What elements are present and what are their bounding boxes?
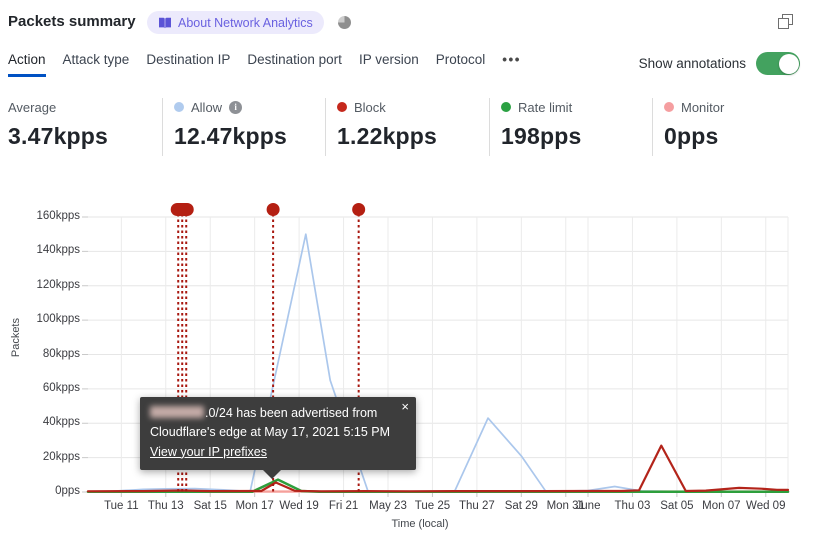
x-tick-label: Mon 17 bbox=[235, 500, 274, 512]
stat-value: 0pps bbox=[664, 123, 719, 149]
x-axis-title: Time (local) bbox=[391, 518, 449, 530]
rate-limit-legend-dot bbox=[501, 102, 511, 112]
x-tick-label: Tue 11 bbox=[104, 500, 139, 512]
show-annotations-toggle[interactable] bbox=[756, 52, 800, 75]
show-annotations-control: Show annotations bbox=[639, 52, 800, 75]
copy-icon-front-square bbox=[778, 18, 789, 29]
tab-protocol[interactable]: Protocol bbox=[436, 52, 486, 77]
stat-value: 3.47kpps bbox=[8, 123, 109, 149]
x-tick-label: Mon 31 bbox=[546, 500, 585, 512]
about-network-analytics-badge[interactable]: About Network Analytics bbox=[147, 11, 324, 34]
tooltip-line2: Cloudflare's edge at May 17, 2021 5:15 P… bbox=[150, 425, 391, 440]
stat-average: Average 3.47kpps bbox=[8, 99, 108, 150]
x-tick-label: Wed 19 bbox=[279, 500, 319, 512]
stat-value: 12.47kpps bbox=[174, 123, 288, 149]
tab-action[interactable]: Action bbox=[8, 52, 46, 77]
stat-block: Block 1.22kpps bbox=[337, 99, 437, 150]
x-tick-label: Sat 15 bbox=[193, 500, 227, 512]
x-tick-label: Thu 03 bbox=[614, 500, 651, 512]
allow-legend-dot bbox=[174, 102, 184, 112]
stat-allow: Allow i 12.47kpps bbox=[174, 99, 287, 150]
annotation-tooltip: × .0/24 has been advertised from Cloudfl… bbox=[140, 397, 416, 480]
divider bbox=[162, 98, 163, 156]
info-icon[interactable]: i bbox=[229, 100, 243, 114]
tooltip-line1: .0/24 has been advertised from bbox=[150, 404, 406, 423]
tooltip-caret bbox=[262, 469, 282, 480]
tab-destination-ip[interactable]: Destination IP bbox=[146, 52, 230, 77]
stat-label: Average bbox=[8, 99, 57, 115]
x-tick-label: June bbox=[575, 500, 601, 512]
x-tick-label: May 23 bbox=[369, 500, 407, 512]
tab-ip-version[interactable]: IP version bbox=[359, 52, 419, 77]
y-tick-label: 140kpps bbox=[36, 244, 80, 257]
annotation-marker-dot[interactable] bbox=[266, 203, 280, 216]
data-freshness-pie-icon bbox=[338, 16, 351, 29]
y-axis-title: Packets bbox=[10, 318, 22, 358]
x-tick-label: Fri 21 bbox=[328, 500, 359, 512]
stat-rate-limit: Rate limit 198pps bbox=[501, 99, 581, 150]
block-legend-dot bbox=[337, 102, 347, 112]
redacted-ip-prefix bbox=[150, 406, 204, 418]
divider bbox=[652, 98, 653, 156]
divider bbox=[325, 98, 326, 156]
show-annotations-label: Show annotations bbox=[638, 56, 746, 71]
packets-summary-panel: Packets summary About Network Analytics … bbox=[0, 0, 816, 545]
x-tick-label: Wed 09 bbox=[746, 500, 786, 512]
y-tick-label: 120kpps bbox=[36, 278, 80, 291]
toggle-knob bbox=[778, 53, 799, 74]
annotation-marker-dot[interactable] bbox=[352, 203, 366, 216]
y-tick-label: 160kpps bbox=[36, 210, 80, 222]
x-tick-label: Thu 27 bbox=[458, 500, 495, 512]
book-icon bbox=[158, 17, 172, 29]
y-tick-label: 20kpps bbox=[42, 450, 80, 463]
stat-value: 1.22kpps bbox=[337, 123, 438, 149]
view-ip-prefixes-link[interactable]: View your IP prefixes bbox=[150, 445, 267, 459]
monitor-legend-dot bbox=[664, 102, 674, 112]
y-tick-label: 60kpps bbox=[42, 381, 80, 394]
tab-destination-port[interactable]: Destination port bbox=[247, 52, 342, 77]
divider bbox=[489, 98, 490, 156]
stat-monitor: Monitor 0pps bbox=[664, 99, 724, 150]
series-line-rate-limit bbox=[86, 478, 790, 493]
y-tick-label: 0pps bbox=[55, 485, 80, 497]
duplicate-window-icon[interactable] bbox=[778, 14, 794, 30]
y-tick-label: 40kpps bbox=[42, 416, 80, 429]
stat-label: Allow bbox=[191, 99, 223, 115]
badge-label: About Network Analytics bbox=[178, 15, 313, 30]
page-title: Packets summary bbox=[8, 13, 136, 30]
dimension-tabs: Action Attack type Destination IP Destin… bbox=[8, 52, 521, 77]
x-tick-label: Thu 13 bbox=[147, 500, 184, 512]
annotation-marker-pill[interactable] bbox=[170, 203, 194, 216]
stat-value: 198pps bbox=[501, 123, 582, 149]
x-tick-label: Mon 07 bbox=[702, 500, 741, 512]
tab-attack-type[interactable]: Attack type bbox=[63, 52, 130, 77]
stat-label: Monitor bbox=[681, 99, 725, 115]
x-tick-label: Tue 25 bbox=[414, 500, 451, 512]
more-tabs-ellipsis-icon[interactable]: ••• bbox=[502, 52, 521, 77]
x-tick-label: Sat 05 bbox=[660, 500, 694, 512]
x-tick-label: Sat 29 bbox=[504, 500, 538, 512]
tooltip-close-icon[interactable]: × bbox=[401, 400, 409, 413]
stat-label: Rate limit bbox=[518, 99, 573, 115]
stat-label: Block bbox=[354, 99, 386, 115]
